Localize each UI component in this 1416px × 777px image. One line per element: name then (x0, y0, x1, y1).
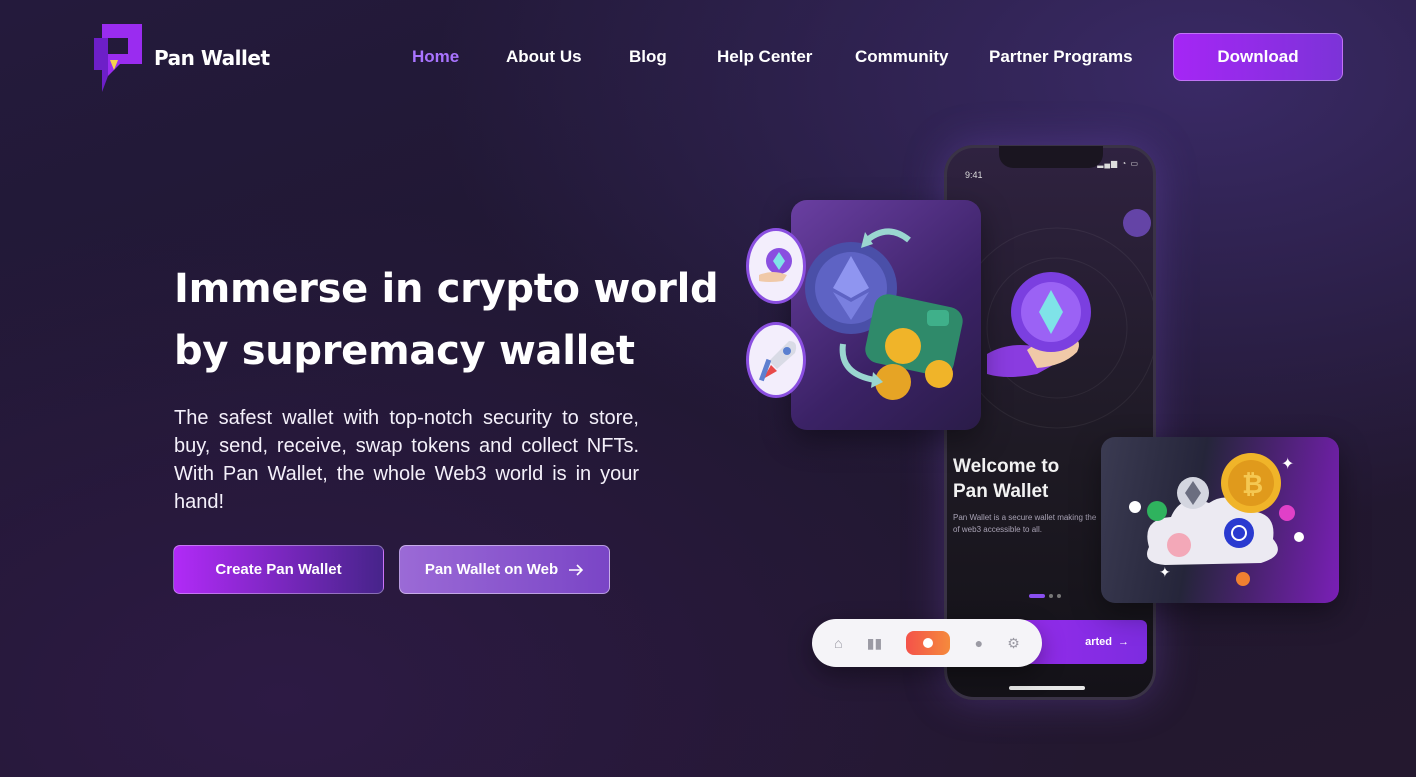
svg-text:₿: ₿ (1242, 469, 1263, 499)
crypto-cloud-card: ₿ ✦ ✦ (1101, 437, 1339, 603)
arrow-right-icon: → (1118, 636, 1129, 648)
svg-text:✦: ✦ (1281, 454, 1294, 473)
token-hand-icon (759, 248, 792, 282)
hero-title: Immerse in crypto world by supremacy wal… (174, 258, 719, 382)
nav-item-home[interactable]: Home (412, 47, 459, 67)
phone-time: 9:41 (965, 170, 983, 180)
home-indicator (1009, 686, 1085, 690)
get-started-label: arted (1085, 636, 1112, 648)
brand-logo[interactable]: Pan Wallet (94, 24, 270, 92)
bottom-tab-bar: ⌂ ▮▮ ● ⚙ (812, 619, 1042, 667)
user-icon: ● (974, 635, 984, 651)
nav-item-community[interactable]: Community (855, 47, 949, 67)
gear-icon: ⚙ (1007, 634, 1020, 651)
carousel-dot (1049, 594, 1053, 598)
wallet-icon (906, 631, 951, 655)
rocket-bubble (746, 322, 806, 398)
hero-title-line1: Immerse in crypto world (174, 266, 719, 312)
wallet-on-web-button[interactable]: Pan Wallet on Web (399, 545, 610, 594)
phone-notch (999, 146, 1103, 168)
create-wallet-button[interactable]: Create Pan Wallet (173, 545, 384, 594)
signal-icon: ▂▄▆ ◔ ▭ (1097, 159, 1139, 168)
hero-title-line2: by supremacy wallet (174, 328, 635, 374)
coin-hand-illustration (987, 272, 1091, 377)
top-navigation: Pan Wallet Home About Us Blog Help Cente… (0, 0, 1416, 115)
create-wallet-label: Create Pan Wallet (215, 561, 342, 578)
arrow-right-icon (569, 563, 584, 576)
nav-item-blog[interactable]: Blog (629, 47, 667, 67)
token-hand-bubble (746, 228, 806, 304)
carousel-dot-active (1029, 594, 1045, 598)
welcome-line2: Pan Wallet (953, 481, 1049, 502)
swap-arrows-icon (861, 228, 911, 248)
pan-logo-icon (94, 24, 142, 92)
wallet-dot-icon (923, 638, 934, 648)
carousel-dot (1057, 594, 1061, 598)
brand-name: Pan Wallet (154, 46, 270, 70)
phone-description: Pan Wallet is a secure wallet making the… (953, 513, 1097, 534)
nav-item-partner-programs[interactable]: Partner Programs (989, 47, 1133, 67)
nav-item-about-us[interactable]: About Us (506, 47, 582, 67)
phone-welcome-title: Welcome to Pan Wallet (953, 454, 1059, 504)
nav-item-help-center[interactable]: Help Center (717, 47, 812, 67)
crypto-cloud-illustration: ₿ ✦ ✦ (1129, 453, 1304, 586)
home-icon: ⌂ (834, 635, 843, 651)
swap-arrows-icon (839, 343, 883, 388)
hero-subtitle: The safest wallet with top-notch securit… (174, 407, 639, 513)
wallet-on-web-label: Pan Wallet on Web (424, 561, 559, 578)
chart-icon: ▮▮ (866, 634, 883, 651)
welcome-line1: Welcome to (953, 456, 1060, 477)
carousel-dots (1029, 594, 1061, 598)
rocket-icon (759, 341, 797, 382)
download-button[interactable]: Download (1173, 33, 1343, 81)
svg-text:✦: ✦ (1159, 565, 1171, 581)
crypto-exchange-card (791, 200, 981, 430)
